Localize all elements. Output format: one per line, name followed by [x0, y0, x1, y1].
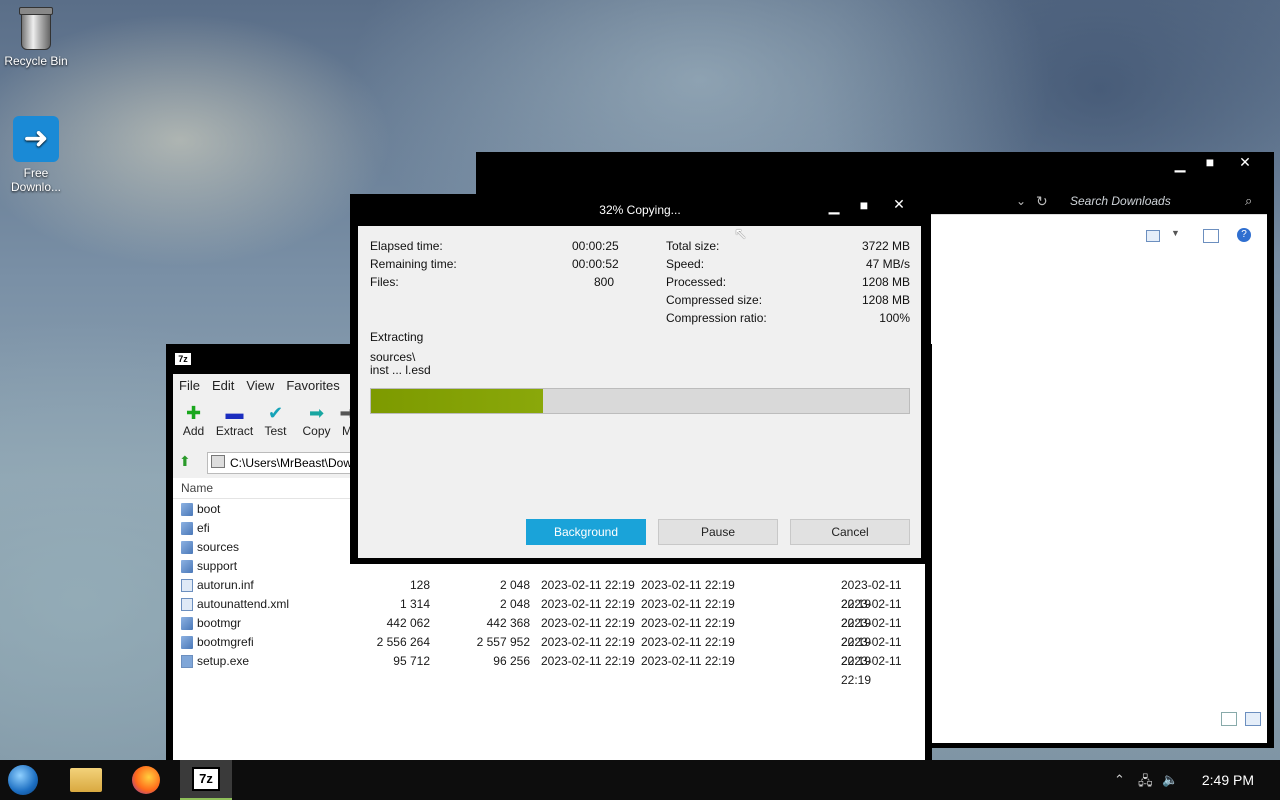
- files-label: Files:: [370, 275, 399, 289]
- clock[interactable]: 2:49 PM: [1202, 772, 1254, 788]
- large-icons-view-icon[interactable]: [1245, 712, 1261, 726]
- compressed-size-label: Compressed size:: [666, 293, 763, 307]
- test-label: Test: [264, 424, 287, 438]
- total-size-label: Total size:: [666, 239, 720, 253]
- firefox-icon: [132, 766, 160, 794]
- minus-icon: ▬: [225, 403, 244, 423]
- taskbar-7zip[interactable]: 7z: [180, 760, 232, 800]
- speed-label: Speed:: [666, 257, 705, 271]
- arrow-right-icon: ➡: [308, 403, 325, 423]
- mouse-cursor-icon: ↖: [734, 226, 748, 243]
- desktop-icon-free-download-manager[interactable]: ➜ Free Downlo...: [0, 116, 72, 194]
- processed-label: Processed:: [666, 275, 727, 289]
- menu-edit[interactable]: Edit: [206, 374, 240, 398]
- desktop-icon-label: Free Downlo...: [10, 166, 62, 194]
- close-button[interactable]: ✕: [885, 196, 913, 213]
- current-path-line1: sources\: [370, 350, 416, 364]
- network-icon[interactable]: 🖧: [1138, 772, 1153, 794]
- extract-button[interactable]: ▬ Extract: [214, 398, 255, 448]
- menu-favorites[interactable]: Favorites: [280, 374, 345, 398]
- progress-dialog[interactable]: 32% Copying... ▁ ■ ✕ Elapsed time: 00:00…: [350, 194, 930, 564]
- test-button[interactable]: ✔ Test: [255, 398, 296, 448]
- progress-bar: [370, 388, 910, 414]
- taskbar: 7z ⌃ 🖧 🔈 2:49 PM: [0, 760, 1280, 800]
- path-text: C:\Users\MrBeast\Down: [230, 456, 359, 470]
- settings-file-icon: [181, 579, 193, 592]
- folder-icon: [181, 503, 193, 516]
- extract-label: Extract: [215, 424, 254, 438]
- maximize-button[interactable]: ■: [850, 197, 878, 213]
- table-row[interactable]: bootmgrefi 2 556 264 2 557 952 2023-02-1…: [173, 633, 925, 668]
- current-path-line2: inst ... l.esd: [370, 363, 431, 377]
- view-icon[interactable]: [1146, 230, 1160, 242]
- taskbar-explorer[interactable]: [60, 760, 112, 800]
- add-button[interactable]: ✚ Add: [173, 398, 214, 448]
- minimize-button[interactable]: ▁: [820, 198, 848, 215]
- add-label: Add: [182, 424, 205, 438]
- folder-icon: [181, 522, 193, 535]
- copy-button[interactable]: ➡ Copy: [296, 398, 337, 448]
- plus-icon: ✚: [185, 403, 202, 423]
- progress-bar-fill: [371, 389, 544, 413]
- menu-view[interactable]: View: [240, 374, 280, 398]
- table-row[interactable]: autounattend.xml 1 314 2 048 2023-02-11 …: [173, 595, 925, 630]
- start-button[interactable]: [0, 760, 52, 800]
- help-icon[interactable]: ?: [1237, 228, 1251, 242]
- xml-file-icon: [181, 598, 193, 611]
- minimize-button[interactable]: ▁: [1166, 156, 1194, 173]
- operation-label: Extracting: [370, 330, 424, 344]
- files-value: 800: [593, 275, 614, 289]
- maximize-button[interactable]: ■: [1196, 154, 1224, 170]
- menu-file[interactable]: File: [173, 374, 206, 398]
- free-download-manager-icon: ➜: [13, 116, 59, 162]
- background-button[interactable]: Background: [526, 519, 646, 545]
- recycle-bin-icon: [19, 7, 53, 50]
- speed-value: 47 MB/s: [865, 257, 910, 271]
- details-view-icon[interactable]: [1221, 712, 1237, 726]
- exe-file-icon: [181, 655, 193, 668]
- search-icon[interactable]: ⌕: [1245, 193, 1252, 209]
- file-explorer-icon: [70, 768, 102, 792]
- copy-label: Copy: [302, 424, 331, 438]
- check-icon: ✔: [267, 403, 284, 423]
- preview-pane-icon[interactable]: [1203, 229, 1219, 243]
- elapsed-label: Elapsed time:: [370, 239, 443, 253]
- folder-icon: [181, 560, 193, 573]
- refresh-icon[interactable]: ↻: [1036, 193, 1048, 210]
- chevron-up-icon[interactable]: ⌃: [1114, 772, 1125, 788]
- file-icon: [181, 617, 193, 630]
- remaining-value: 00:00:52: [572, 257, 619, 271]
- dialog-body: Elapsed time: 00:00:25 Remaining time: 0…: [358, 226, 921, 558]
- table-row[interactable]: setup.exe 95 712 96 256 2023-02-11 22:19…: [173, 652, 925, 687]
- compressed-size-value: 1208 MB: [861, 293, 910, 307]
- file-icon: [181, 636, 193, 649]
- sevenzip-logo-icon: 7z: [175, 353, 191, 365]
- elapsed-value: 00:00:25: [572, 239, 619, 253]
- volume-icon[interactable]: 🔈: [1162, 772, 1178, 788]
- total-size-value: 3722 MB: [861, 239, 910, 253]
- dropdown-icon[interactable]: ▼: [1171, 228, 1180, 238]
- search-input[interactable]: Search Downloads: [1070, 194, 1171, 208]
- pause-button[interactable]: Pause: [658, 519, 778, 545]
- compression-ratio-value: 100%: [879, 311, 910, 325]
- chevron-down-icon[interactable]: ⌄: [1016, 194, 1026, 208]
- taskbar-firefox[interactable]: [120, 760, 172, 800]
- processed-value: 1208 MB: [861, 275, 910, 289]
- sevenzip-app-icon: 7z: [192, 767, 220, 791]
- drive-icon: [211, 455, 225, 468]
- table-row[interactable]: autorun.inf 128 2 048 2023-02-11 22:19 2…: [173, 576, 925, 611]
- explorer-content: ▼ ?: [931, 214, 1267, 743]
- cancel-button[interactable]: Cancel: [790, 519, 910, 545]
- desktop-icon-recycle-bin[interactable]: Recycle Bin: [0, 7, 72, 68]
- start-orb-icon: [8, 765, 38, 795]
- up-folder-icon[interactable]: ⬆: [179, 453, 191, 470]
- folder-icon: [181, 541, 193, 554]
- table-row[interactable]: bootmgr 442 062 442 368 2023-02-11 22:19…: [173, 614, 925, 649]
- compression-ratio-label: Compression ratio:: [666, 311, 767, 325]
- desktop-icon-label: Recycle Bin: [4, 54, 68, 68]
- close-button[interactable]: ✕: [1231, 154, 1259, 171]
- remaining-label: Remaining time:: [370, 257, 457, 271]
